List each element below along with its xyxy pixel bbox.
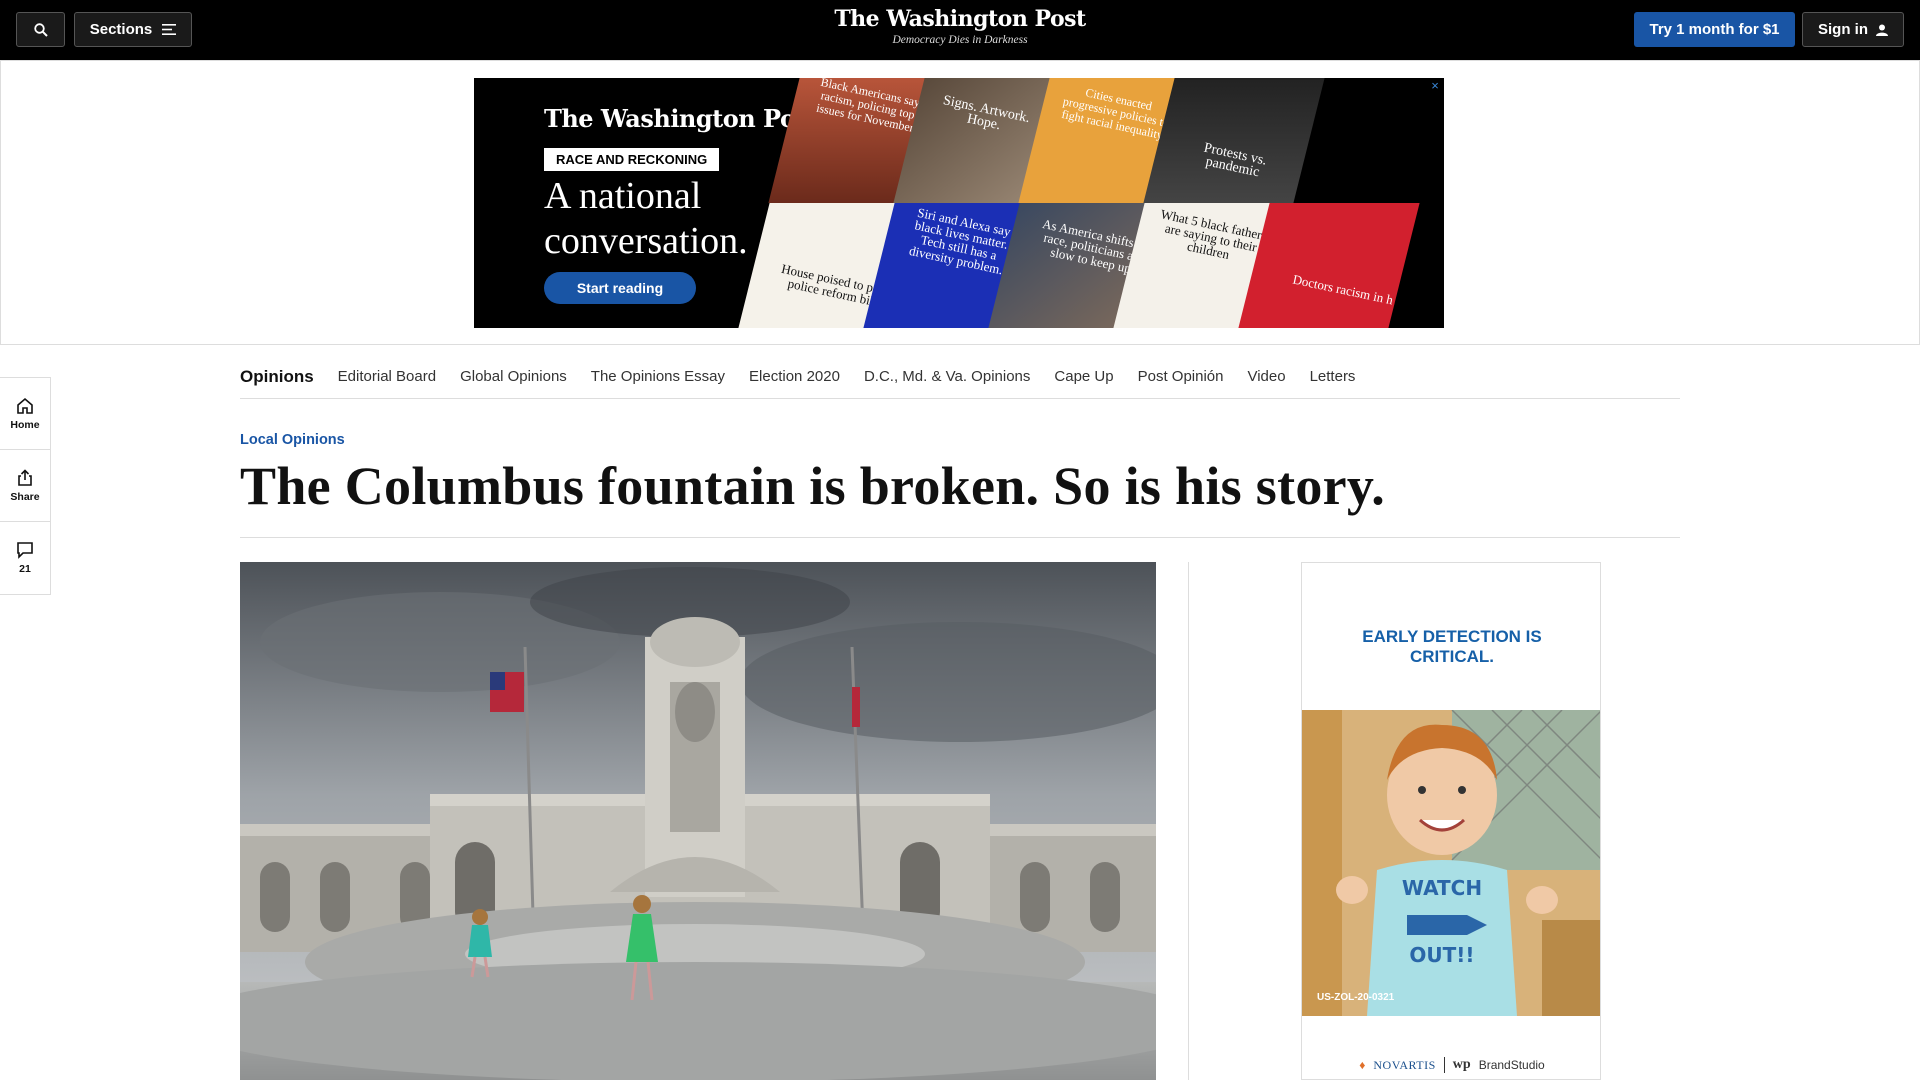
opinions-subnav: Opinions Editorial Board Global Opinions… xyxy=(240,355,1680,399)
subnav-item[interactable]: Video xyxy=(1247,368,1285,385)
subnav-section-title[interactable]: Opinions xyxy=(240,367,314,387)
article-action-rail: Home Share 21 xyxy=(0,377,51,595)
sidebar-ad-photo: WATCH OUT!! xyxy=(1302,710,1600,1016)
leaderboard-ad[interactable]: The Washington Post RACE AND RECKONING A… xyxy=(474,78,1444,328)
masthead[interactable]: The Washington Post Democracy Dies in Da… xyxy=(810,6,1110,46)
rail-comments-button[interactable]: 21 xyxy=(0,522,50,594)
ad-tile: Doctors racism in h xyxy=(1238,203,1420,328)
rail-share-label: Share xyxy=(10,490,40,503)
ad-tile-text: What 5 black fathers are saying to their… xyxy=(1159,206,1269,262)
subnav-item[interactable]: Cape Up xyxy=(1054,368,1113,385)
sponsor-divider xyxy=(1443,1057,1445,1073)
user-icon xyxy=(1876,24,1888,36)
search-button[interactable] xyxy=(16,12,65,47)
search-icon xyxy=(33,22,48,37)
ad-tile-text: Protests vs. pandemic xyxy=(1202,140,1268,181)
column-divider xyxy=(1188,562,1189,1080)
sidebar-ad-code: US-ZOL-20-0321 xyxy=(1317,992,1395,1003)
sections-label: Sections xyxy=(89,21,153,38)
rail-home-button[interactable]: Home xyxy=(0,378,50,450)
sign-in-label: Sign in xyxy=(1818,21,1868,38)
novartis-logo: ♦ xyxy=(1359,1058,1366,1072)
sidebar-ad-message-line: CRITICAL. xyxy=(1409,647,1495,666)
ad-headline: A national conversation. xyxy=(544,174,748,264)
home-icon xyxy=(17,397,33,414)
rail-home-label: Home xyxy=(10,418,40,431)
child-photo: WATCH OUT!! xyxy=(1302,710,1600,1016)
sidebar-ad-sponsors: ♦ NOVARTIS wp BrandStudio xyxy=(1302,1057,1600,1073)
ad-start-reading-button[interactable]: Start reading xyxy=(544,272,696,304)
shirt-text: WATCH xyxy=(1402,876,1482,900)
top-navigation-bar: Sections The Washington Post Democracy D… xyxy=(0,0,1920,60)
ad-close-icon[interactable]: × xyxy=(1428,79,1442,94)
comment-icon xyxy=(17,542,33,559)
headline-divider xyxy=(240,537,1680,538)
fountain-photo xyxy=(240,562,1156,1080)
article-headline: The Columbus fountain is broken. So is h… xyxy=(240,456,1386,516)
ad-tile-text: Siri and Alexa say black lives matter. T… xyxy=(907,204,1013,278)
sidebar-ad[interactable]: EARLY DETECTION IS CRITICAL. WATCH OUT!!… xyxy=(1301,562,1601,1080)
shirt-text: OUT!! xyxy=(1409,943,1474,967)
subnav-item[interactable]: Letters xyxy=(1310,368,1356,385)
rail-share-button[interactable]: Share xyxy=(0,450,50,522)
subnav-item[interactable]: The Opinions Essay xyxy=(591,368,725,385)
rail-comments-count: 21 xyxy=(19,563,31,575)
ad-tile-text: Cities enacted progressive policies to f… xyxy=(1060,85,1171,143)
ad-headline-line: conversation. xyxy=(544,220,748,262)
subnav-item[interactable]: Global Opinions xyxy=(460,368,567,385)
site-tagline: Democracy Dies in Darkness xyxy=(892,34,1028,46)
sidebar-ad-message: EARLY DETECTION IS CRITICAL. xyxy=(1302,627,1600,667)
subscribe-button[interactable]: Try 1 month for $1 xyxy=(1634,12,1795,47)
ad-tile: Protests vs. pandemic xyxy=(1143,78,1325,203)
ad-tile-text: Signs. Artwork. Hope. xyxy=(941,93,1032,134)
novartis-label: NOVARTIS xyxy=(1373,1057,1436,1072)
ad-tile-text: Doctors racism in h xyxy=(1291,271,1395,308)
article-kicker[interactable]: Local Opinions xyxy=(240,432,345,448)
subnav-item[interactable]: Post Opinión xyxy=(1138,368,1224,385)
sign-in-button[interactable]: Sign in xyxy=(1802,12,1904,47)
ad-tile-text: Black Americans say racism, policing top… xyxy=(815,78,922,135)
subnav-item[interactable]: D.C., Md. & Va. Opinions xyxy=(864,368,1030,385)
brandstudio-label: BrandStudio xyxy=(1478,1058,1545,1072)
ad-kicker: RACE AND RECKONING xyxy=(544,148,720,171)
hamburger-menu-icon xyxy=(162,24,177,35)
subnav-item[interactable]: Election 2020 xyxy=(749,368,840,385)
sections-button[interactable]: Sections xyxy=(74,12,192,47)
article-lead-image[interactable] xyxy=(240,562,1156,1080)
subnav-item[interactable]: Editorial Board xyxy=(338,368,436,385)
share-icon xyxy=(18,468,32,486)
sidebar-ad-message-line: EARLY DETECTION IS xyxy=(1362,627,1542,646)
site-logo[interactable]: The Washington Post xyxy=(810,6,1110,32)
wp-brandstudio-icon: wp xyxy=(1452,1057,1471,1072)
ad-collage: Black Americans say racism, policing top… xyxy=(738,78,1444,328)
ad-headline-line: A national xyxy=(544,175,702,217)
